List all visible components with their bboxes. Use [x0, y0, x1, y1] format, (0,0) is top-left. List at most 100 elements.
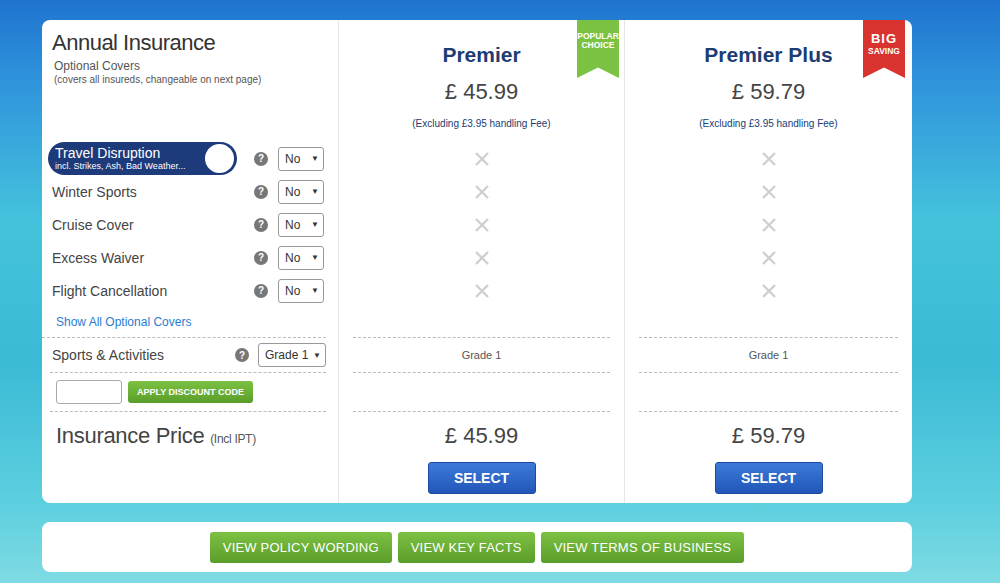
dropdown[interactable]: No▼	[278, 213, 324, 237]
header-row-plan-cell: Premier Plus£ 59.79(Excluding £3.95 hand…	[624, 20, 912, 142]
activities-plan: Grade 1	[639, 338, 898, 373]
activities-grade: Grade 1	[462, 349, 502, 361]
cover-label[interactable]: Flight Cancellation	[48, 283, 237, 299]
price-label-text: Insurance Price	[56, 423, 204, 448]
cover-row-label-cell: Travel Disruptionincl. Strikes, Ash, Bad…	[42, 142, 338, 175]
dropdown[interactable]: No▼	[278, 147, 324, 171]
price-row: Insurance Price (Incl IPT) £ 45.99 £ 59.79	[42, 412, 912, 460]
help-icon[interactable]: ?	[254, 284, 268, 298]
header-row: Annual Insurance Optional Covers(covers a…	[42, 20, 912, 142]
separator	[639, 373, 898, 412]
cross-icon	[761, 250, 777, 266]
activities-row: Sports & Activities?Grade 1▼Grade 1Grade…	[42, 338, 912, 373]
cross-icon	[761, 217, 777, 233]
cover-row: Travel Disruptionincl. Strikes, Ash, Bad…	[42, 142, 912, 175]
document-button[interactable]: VIEW KEY FACTS	[398, 532, 535, 563]
help-icon[interactable]: ?	[254, 251, 268, 265]
toggle-knob-icon[interactable]	[205, 144, 234, 173]
page-title: Annual Insurance	[42, 30, 215, 56]
select-button[interactable]: SELECT	[715, 462, 823, 494]
dropdown-arrow-icon: ▼	[311, 286, 319, 295]
cross-icon	[474, 217, 490, 233]
select-row-label-cell	[42, 460, 338, 503]
dropdown[interactable]: No▼	[278, 246, 324, 270]
fee-note: (Excluding £3.95 handling Fee)	[699, 118, 837, 129]
price-row-plan-cell: £ 59.79	[624, 412, 912, 460]
cover-name: Winter Sports	[52, 184, 137, 200]
show-all-link[interactable]: Show All Optional Covers	[42, 315, 191, 329]
show-all-row-plan-cell	[624, 307, 912, 338]
cover-row: Flight Cancellation? No ▼	[42, 274, 912, 307]
badge-line: SAVING	[868, 47, 900, 56]
dropdown-arrow-icon: ▼	[313, 351, 321, 360]
activities-label: Sports & Activities	[50, 347, 235, 363]
total-price: £ 45.99	[445, 423, 518, 449]
cover-row: Winter Sports? No▼	[42, 175, 912, 208]
cover-row-label-cell: Flight Cancellation? No ▼	[42, 274, 338, 307]
activities-grade: Grade 1	[749, 349, 789, 361]
document-button[interactable]: VIEW POLICY WORDING	[210, 532, 392, 563]
price-label: Insurance Price (Incl IPT)	[42, 423, 256, 449]
cover-row-plan-cell	[624, 175, 912, 208]
activities-wrap: Sports & Activities? Grade 1 ▼	[50, 338, 326, 373]
cover-row-plan-cell	[624, 142, 912, 175]
cover-row-plan-cell	[624, 274, 912, 307]
cover-row-plan-cell	[624, 241, 912, 274]
show-all-wrap: Show All Optional Covers	[42, 307, 326, 338]
discount-wrap: APPLY DISCOUNT CODE	[50, 373, 326, 412]
cross-icon	[761, 151, 777, 167]
dropdown-value: No	[285, 218, 300, 232]
show-all-row-plan-cell	[338, 307, 624, 338]
dropdown[interactable]: Grade 1 ▼	[258, 343, 326, 367]
select-row: SELECT SELECT	[42, 460, 912, 503]
separator	[353, 307, 610, 338]
activities-plan: Grade 1	[353, 338, 610, 373]
cover-row-plan-cell	[338, 208, 624, 241]
dropdown-value: Grade 1	[265, 348, 308, 362]
cover-row: Excess Waiver? No▼	[42, 241, 912, 274]
plan-name: Premier Plus	[704, 43, 832, 67]
price-row-plan-cell: £ 45.99	[338, 412, 624, 460]
fee-note: (Excluding £3.95 handling Fee)	[412, 118, 550, 129]
cover-label[interactable]: Travel Disruptionincl. Strikes, Ash, Bad…	[48, 142, 237, 175]
discount-row-label-cell: APPLY DISCOUNT CODE	[42, 373, 338, 412]
document-button[interactable]: VIEW TERMS OF BUSINESS	[541, 532, 745, 563]
dropdown-value: No	[285, 284, 300, 298]
price-suffix: (Incl IPT)	[210, 432, 256, 446]
show-all-row-label-cell: Show All Optional Covers	[42, 307, 338, 338]
select-button[interactable]: SELECT	[428, 462, 536, 494]
header-row-plan-cell: Premier£ 45.99(Excluding £3.95 handling …	[338, 20, 624, 142]
cover-label[interactable]: Cruise Cover	[48, 217, 237, 233]
apply-discount-button[interactable]: APPLY DISCOUNT CODE	[128, 381, 253, 403]
help-icon[interactable]: ?	[254, 152, 268, 166]
select-row-plan-cell: SELECT	[624, 460, 912, 503]
cover-row: Cruise Cover? No▼	[42, 208, 912, 241]
badge-line: POPULAR	[577, 32, 619, 41]
cover-label[interactable]: Winter Sports	[48, 184, 237, 200]
activities-row-label-cell: Sports & Activities? Grade 1 ▼	[42, 338, 338, 373]
cross-icon	[474, 283, 490, 299]
cover-row-plan-cell	[338, 241, 624, 274]
help-icon[interactable]: ?	[235, 348, 249, 362]
subtitle: Optional Covers	[42, 59, 140, 73]
dropdown[interactable]: No▼	[278, 180, 324, 204]
separator	[353, 373, 610, 412]
cover-note: (covers all insureds, changeable on next…	[42, 74, 261, 85]
dropdown-value: No	[285, 152, 300, 166]
cross-icon	[761, 283, 777, 299]
select-row-plan-cell: SELECT	[338, 460, 624, 503]
show-all-row: Show All Optional Covers	[42, 307, 912, 338]
price-row-label-cell: Insurance Price (Incl IPT)	[42, 412, 338, 460]
dropdown[interactable]: No ▼	[278, 279, 324, 303]
cover-row-label-cell: Winter Sports? No▼	[42, 175, 338, 208]
help-icon[interactable]: ?	[254, 185, 268, 199]
help-icon[interactable]: ?	[254, 218, 268, 232]
cover-label[interactable]: Excess Waiver	[48, 250, 237, 266]
cover-name: Excess Waiver	[52, 250, 144, 266]
separator	[639, 307, 898, 338]
plan-price: £ 45.99	[445, 79, 518, 105]
discount-input[interactable]	[56, 380, 122, 404]
plan-badge: POPULARCHOICE	[577, 20, 619, 78]
badge-line: BIG	[871, 32, 897, 45]
dropdown-value: No	[285, 251, 300, 265]
